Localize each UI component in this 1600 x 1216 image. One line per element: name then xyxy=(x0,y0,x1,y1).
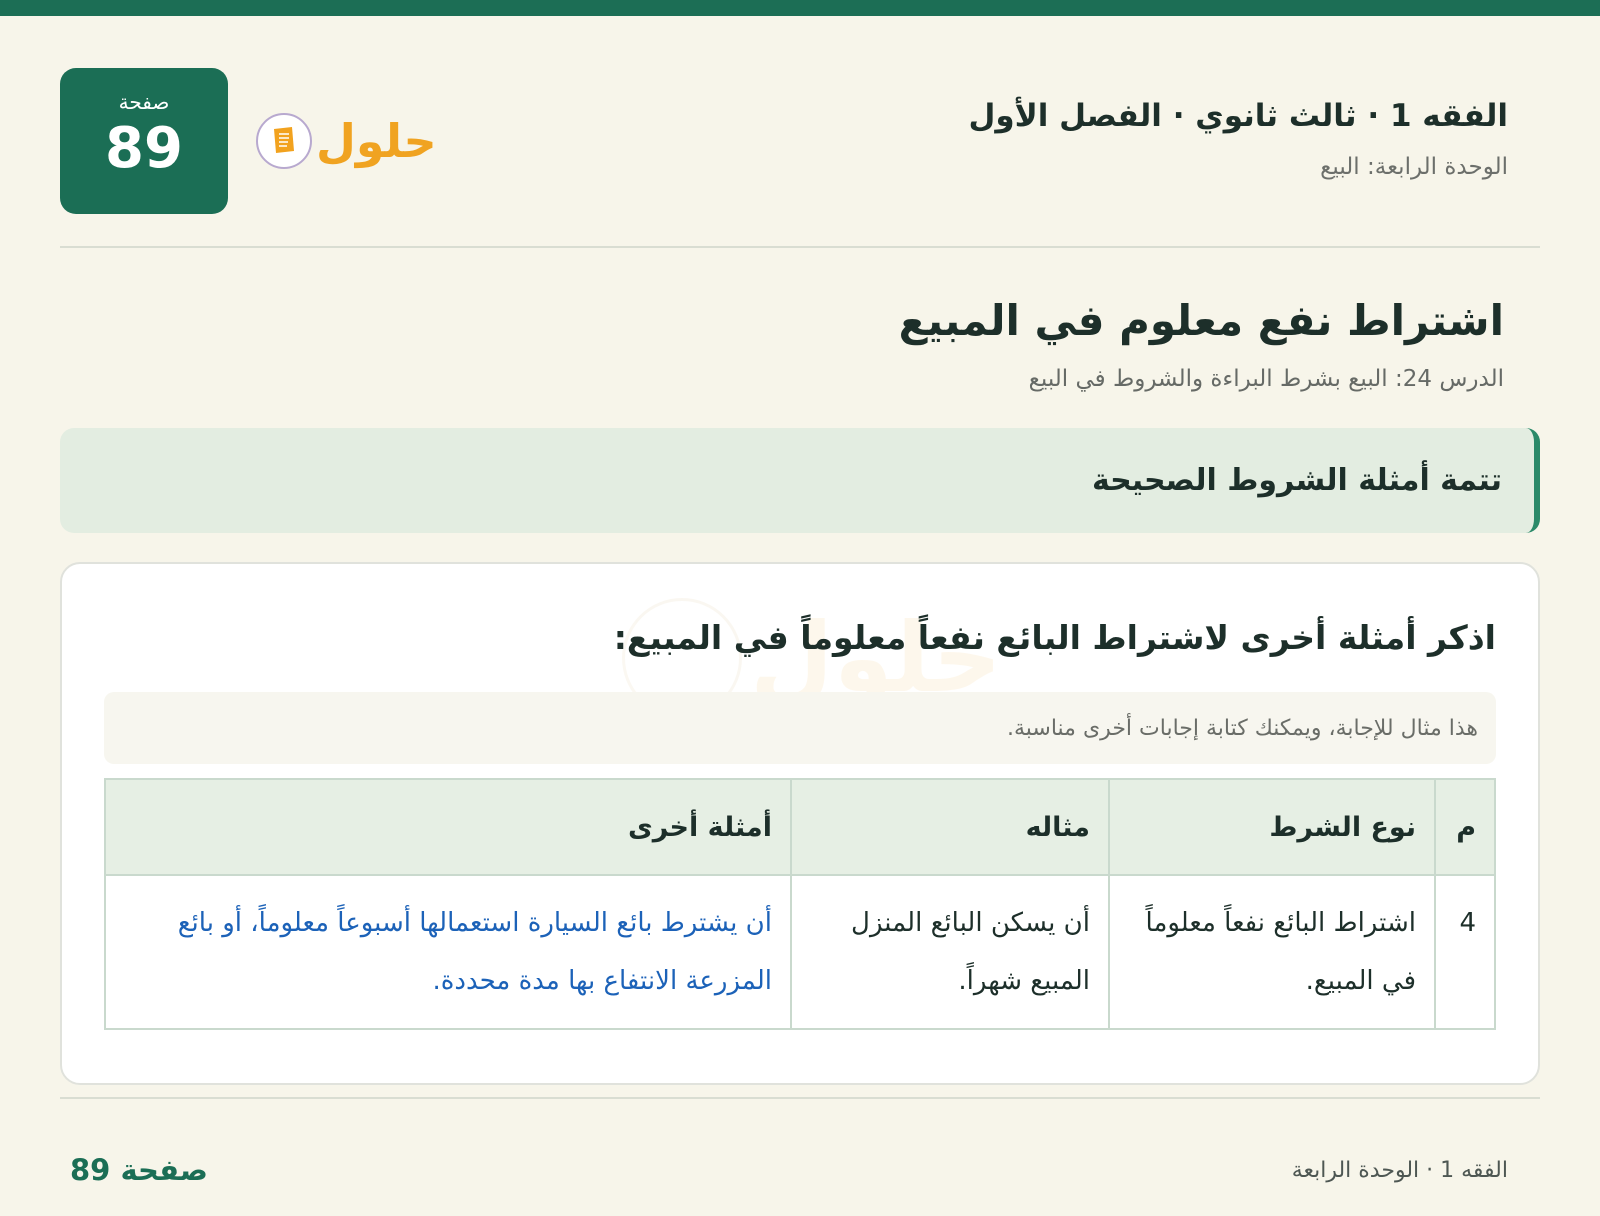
course-title: الفقه 1 · ثالث ثانوي · الفصل الأول xyxy=(968,98,1508,134)
header-branding: صفحة 89 حلول xyxy=(60,68,437,214)
footer-divider xyxy=(60,1097,1540,1099)
footer-course-info: الفقه 1 · الوحدة الرابعة xyxy=(1291,1157,1508,1183)
header-other-examples: أمثلة أخرى xyxy=(104,778,792,876)
header-number: م xyxy=(1434,778,1496,876)
page-footer: الفقه 1 · الوحدة الرابعة صفحة 89 xyxy=(70,1150,1508,1190)
cell-other-examples-answer: أن يشترط بائع السيارة استعمالها أسبوعاً … xyxy=(104,874,792,1030)
footer-page-number: صفحة 89 xyxy=(70,1153,208,1187)
table-row: 4 اشتراط البائع نفعاً معلوماً في المبيع.… xyxy=(104,874,1496,1030)
header-example: مثاله xyxy=(790,778,1110,876)
lesson-subtitle: الدرس 24: البيع بشرط البراءة والشروط في … xyxy=(1028,366,1504,392)
lesson-title: اشتراط نفع معلوم في المبيع xyxy=(898,296,1504,345)
hulul-logo: حلول xyxy=(256,113,437,169)
page-badge: صفحة 89 xyxy=(60,68,228,214)
page-header: الفقه 1 · ثالث ثانوي · الفصل الأول الوحد… xyxy=(60,68,1508,216)
header-titles: الفقه 1 · ثالث ثانوي · الفصل الأول الوحد… xyxy=(968,68,1508,180)
cell-number: 4 xyxy=(1434,874,1496,1030)
unit-title: الوحدة الرابعة: البيع xyxy=(1320,154,1508,180)
question-card: حلول اذكر أمثلة أخرى لاشتراط البائع نفعا… xyxy=(60,562,1540,1085)
cell-example: أن يسكن البائع المنزل المبيع شهراً. xyxy=(790,874,1110,1030)
answer-note-text: هذا مثال للإجابة، ويمكنك كتابة إجابات أخ… xyxy=(1006,715,1478,741)
top-accent-bar xyxy=(0,0,1600,16)
header-divider xyxy=(60,246,1540,248)
question-text: اذكر أمثلة أخرى لاشتراط البائع نفعاً معل… xyxy=(613,618,1496,657)
header-condition-type: نوع الشرط xyxy=(1108,778,1436,876)
logo-wordmark: حلول xyxy=(316,114,437,168)
page-badge-number: 89 xyxy=(105,116,183,181)
answer-note: هذا مثال للإجابة، ويمكنك كتابة إجابات أخ… xyxy=(104,692,1496,764)
section-banner: تتمة أمثلة الشروط الصحيحة xyxy=(60,428,1540,533)
book-icon xyxy=(256,113,312,169)
cell-condition-type: اشتراط البائع نفعاً معلوماً في المبيع. xyxy=(1108,874,1436,1030)
answers-table: م نوع الشرط مثاله أمثلة أخرى 4 اشتراط ال… xyxy=(104,778,1496,1030)
table-header-row: م نوع الشرط مثاله أمثلة أخرى xyxy=(104,778,1496,876)
section-title: تتمة أمثلة الشروط الصحيحة xyxy=(1091,463,1502,498)
page-badge-label: صفحة xyxy=(118,90,170,114)
